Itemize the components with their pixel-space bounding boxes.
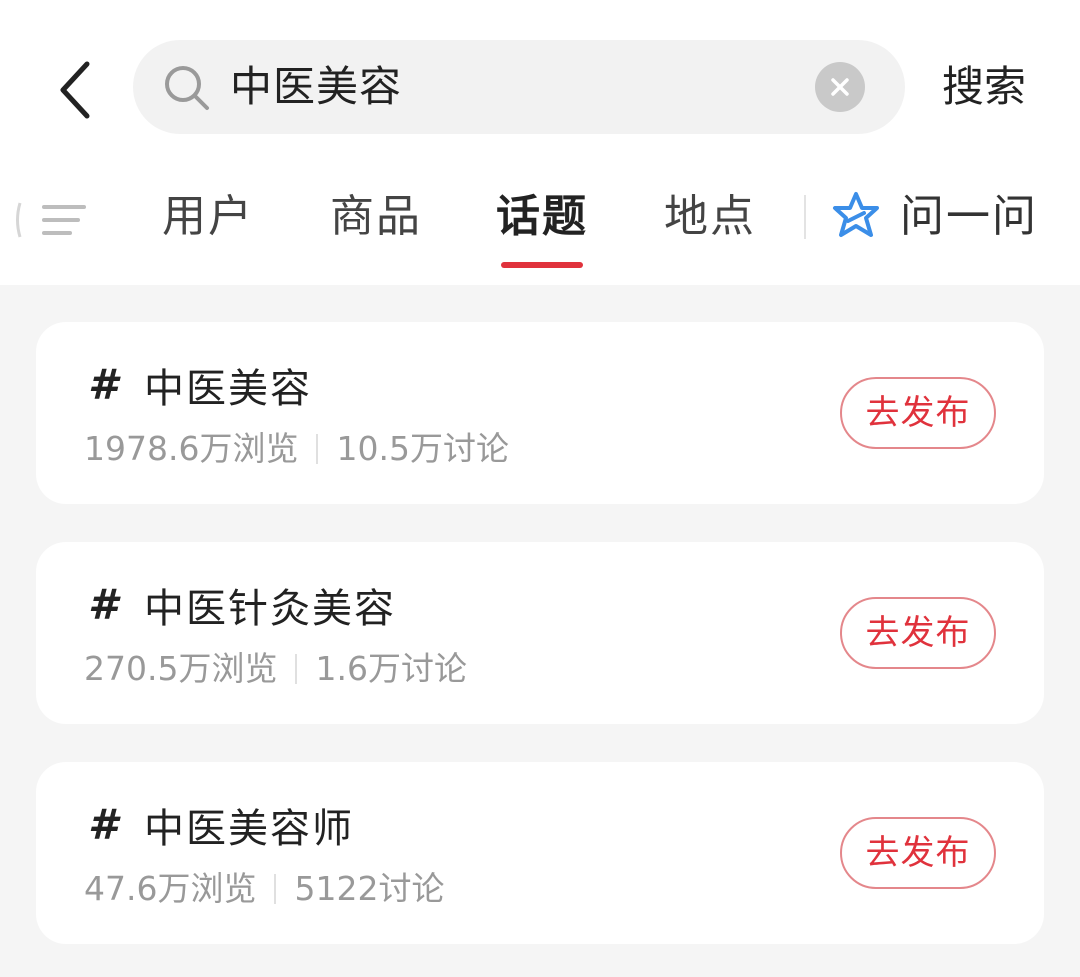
tab-products[interactable]: 商品 [330,187,422,247]
tab-places[interactable]: 地点 [664,187,756,247]
topic-views: 270.5万浏览 [84,649,278,688]
stats-divider [295,654,298,684]
tab-divider [804,195,806,239]
tab-bar: 用户 商品 话题 地点 问一问 [0,165,1080,275]
topic-stats: 47.6万浏览 5122讨论 [84,862,444,910]
stats-divider [274,874,277,904]
filter-icon[interactable] [14,195,88,245]
search-box[interactable]: 中医美容 [133,40,905,134]
hashtag-icon: # [88,800,118,849]
clear-search-button[interactable] [815,62,865,112]
topic-title[interactable]: 中医美容师 [144,796,354,854]
topic-card[interactable]: # 中医美容师 47.6万浏览 5122讨论 去发布 [36,762,1044,944]
chevron-left-icon [60,61,90,119]
search-icon [165,66,209,110]
topic-title[interactable]: 中医针灸美容 [144,576,396,634]
go-post-button[interactable]: 去发布 [840,597,996,669]
go-post-button[interactable]: 去发布 [840,377,996,449]
search-input[interactable]: 中医美容 [230,40,402,134]
topic-views: 1978.6万浏览 [84,429,299,468]
stats-divider [316,434,319,464]
back-button[interactable] [40,50,110,130]
ask-star-icon[interactable] [830,191,882,243]
topic-card[interactable]: # 中医针灸美容 270.5万浏览 1.6万讨论 去发布 [36,542,1044,724]
tab-ask[interactable]: 问一问 [900,187,1038,247]
topic-title[interactable]: 中医美容 [144,356,312,414]
topic-discussions: 5122讨论 [294,869,445,908]
search-button[interactable]: 搜索 [942,40,1026,134]
topic-discussions: 10.5万讨论 [336,429,509,468]
tab-topics[interactable]: 话题 [496,187,588,247]
topic-stats: 1978.6万浏览 10.5万讨论 [84,422,509,470]
close-icon [831,78,849,96]
hashtag-icon: # [88,360,118,409]
go-post-button[interactable]: 去发布 [840,817,996,889]
tab-users[interactable]: 用户 [162,187,254,247]
hashtag-icon: # [88,580,118,629]
top-bar: 中医美容 搜索 用户 商品 话题 地点 问一问 [0,0,1080,285]
active-tab-indicator [501,262,583,268]
topic-discussions: 1.6万讨论 [315,649,467,688]
topic-stats: 270.5万浏览 1.6万讨论 [84,642,467,690]
topic-card[interactable]: # 中医美容 1978.6万浏览 10.5万讨论 去发布 [36,322,1044,504]
topic-views: 47.6万浏览 [84,869,257,908]
